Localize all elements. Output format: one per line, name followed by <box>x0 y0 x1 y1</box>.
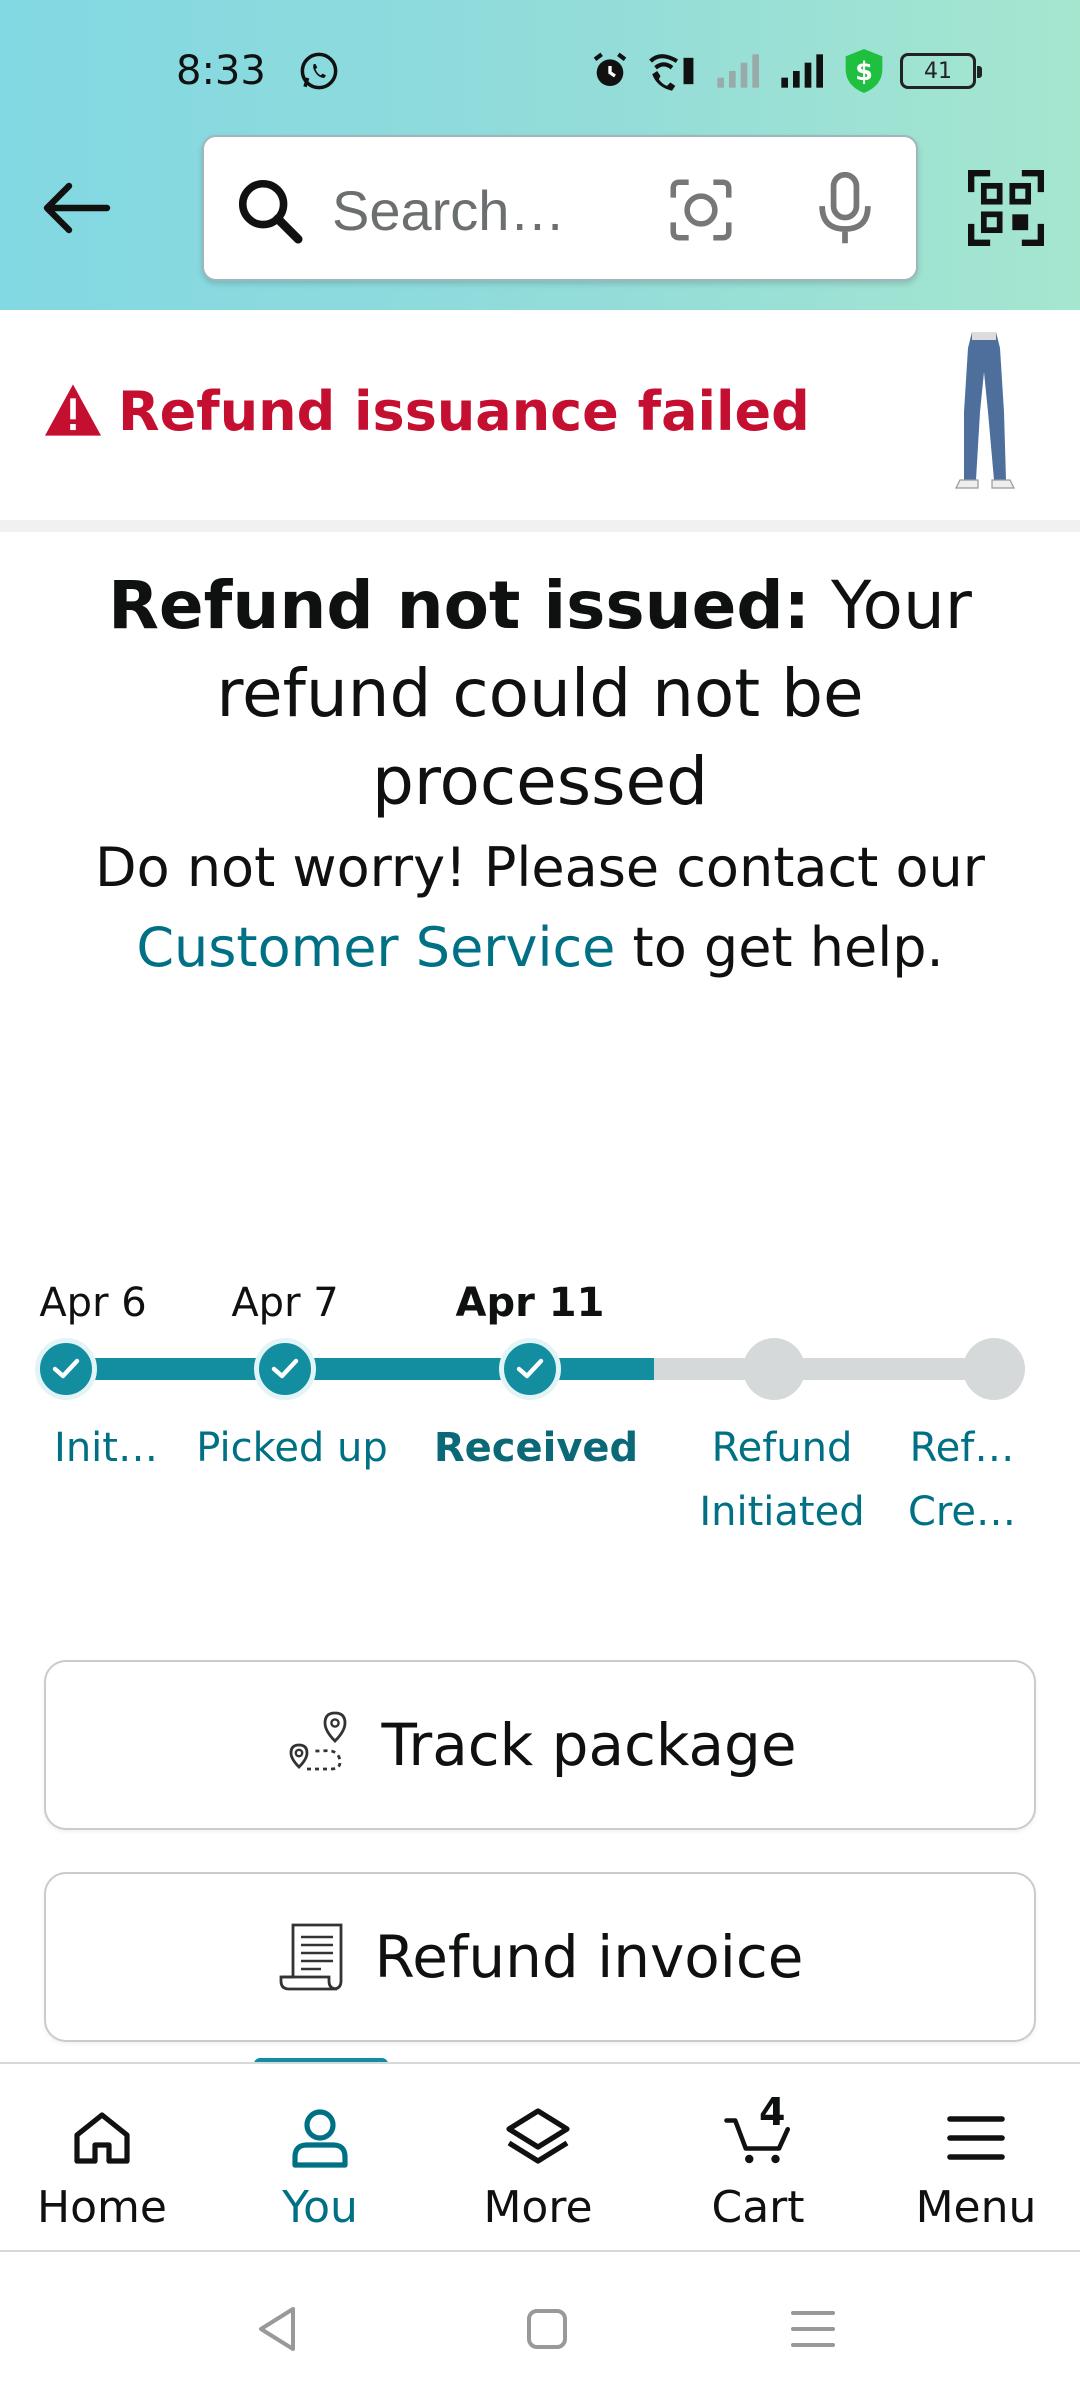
step-dot-current <box>499 1338 561 1400</box>
shield-dollar-icon: $ <box>845 49 883 93</box>
refund-invoice-button[interactable]: Refund invoice <box>44 1872 1036 2042</box>
recents-lines-icon <box>791 2311 835 2347</box>
search-input[interactable] <box>332 167 622 253</box>
track-package-button[interactable]: Track package <box>44 1660 1036 1830</box>
search-bar[interactable] <box>202 135 918 281</box>
arrow-left-icon <box>43 182 111 234</box>
checkmark-icon <box>271 1358 299 1379</box>
track-package-label: Track package <box>381 1711 797 1779</box>
route-pin-icon <box>290 1711 347 1771</box>
nav-home-label: Home <box>37 2182 167 2233</box>
cart-count-badge: 4 <box>759 2090 786 2134</box>
refund-invoice-label: Refund invoice <box>374 1923 804 1991</box>
triangle-back-icon <box>259 2307 295 2351</box>
step-label[interactable]: Ref… Cre… <box>902 1416 1022 1544</box>
signal-sim2-icon <box>781 54 823 88</box>
step-date: Apr 7 <box>231 1280 339 1326</box>
signal-sim1-icon <box>717 54 759 88</box>
nav-home[interactable]: Home <box>0 2064 210 2250</box>
hamburger-menu-icon <box>947 2116 1005 2160</box>
home-icon <box>74 2112 130 2164</box>
refund-message-body-end: to get help. <box>615 916 944 979</box>
step-label[interactable]: Init… <box>54 1416 158 1480</box>
whatsapp-icon <box>300 52 338 90</box>
wifi-call-icon <box>649 54 694 91</box>
search-icon <box>238 179 303 244</box>
bottom-navigation: Home You More 4 Cart Menu <box>0 2062 1080 2252</box>
layers-icon <box>506 2108 570 2164</box>
step-label-current[interactable]: Received <box>434 1416 638 1480</box>
alarm-icon <box>593 52 627 86</box>
refund-message-body-start: Do not worry! Please contact our <box>95 836 985 899</box>
step-label[interactable]: Refund Initiated <box>692 1416 872 1544</box>
warning-icon <box>45 384 101 436</box>
system-navigation-bar <box>0 2254 1080 2400</box>
system-back-button[interactable] <box>242 2294 312 2364</box>
nav-more-label: More <box>483 2182 593 2233</box>
camera-search-icon[interactable] <box>664 173 738 247</box>
battery-level: 41 <box>924 58 952 84</box>
nav-more[interactable]: More <box>430 2064 646 2250</box>
step-date: Apr 6 <box>39 1280 147 1326</box>
person-icon <box>292 2109 348 2168</box>
step-dot-complete <box>35 1338 97 1400</box>
nav-cart[interactable]: 4 Cart <box>650 2064 866 2250</box>
nav-cart-label: Cart <box>711 2182 805 2233</box>
system-recents-button[interactable] <box>778 2294 848 2364</box>
step-dot-complete <box>254 1338 316 1400</box>
refund-progress-tracker: Apr 6 Apr 7 Apr 11 Init… Picked up Recei… <box>0 1270 1080 1550</box>
progress-line-complete <box>66 1358 654 1380</box>
qr-scanner-icon[interactable] <box>968 170 1044 246</box>
status-icons: $ 41 <box>590 46 982 96</box>
back-button[interactable] <box>36 168 116 248</box>
system-home-button[interactable] <box>512 2294 582 2364</box>
refund-message-title: Refund not issued: Your refund could not… <box>60 562 1020 826</box>
nav-menu-label: Menu <box>915 2182 1037 2233</box>
step-dot-pending <box>963 1338 1025 1400</box>
nav-you-label: You <box>282 2182 358 2233</box>
refund-status-title: Refund issuance failed <box>118 380 810 443</box>
customer-service-link[interactable]: Customer Service <box>136 916 615 979</box>
refund-message-body: Do not worry! Please contact our Custome… <box>60 828 1020 988</box>
status-time: 8:33 <box>176 48 266 94</box>
battery-indicator: 41 <box>900 53 982 89</box>
progress-line-pending <box>654 1358 994 1380</box>
step-label[interactable]: Picked up <box>196 1416 388 1480</box>
product-thumbnail[interactable] <box>940 332 1030 492</box>
step-date-current: Apr 11 <box>455 1280 605 1326</box>
top-header: 8:33 $ 41 Search… <box>0 0 1080 310</box>
nav-you[interactable]: You <box>212 2064 428 2250</box>
square-home-icon <box>527 2309 567 2349</box>
nav-menu[interactable]: Menu <box>868 2064 1080 2250</box>
refund-message-title-bold: Refund not issued: <box>108 567 811 644</box>
checkmark-icon <box>52 1358 80 1379</box>
microphone-icon[interactable] <box>810 169 880 249</box>
svg-text:$: $ <box>855 57 873 87</box>
status-bar: 8:33 $ 41 <box>0 0 1080 130</box>
section-divider <box>0 520 1080 532</box>
invoice-icon <box>279 1923 342 1991</box>
step-dot-pending <box>743 1338 805 1400</box>
checkmark-icon <box>516 1358 544 1379</box>
